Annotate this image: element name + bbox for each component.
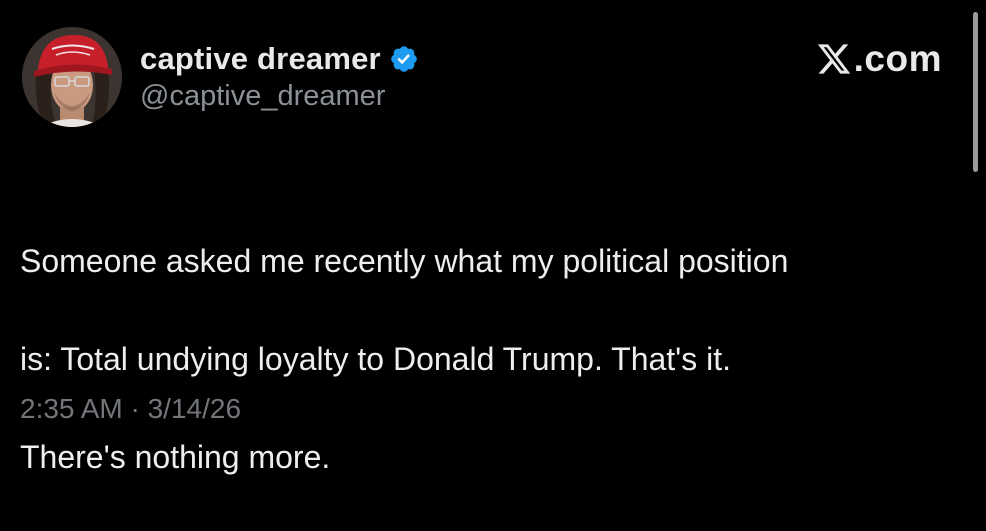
tweet-card: captive dreamer @captive_dreamer .com So… — [0, 0, 986, 475]
display-name[interactable]: captive dreamer — [140, 41, 381, 77]
site-domain-text: .com — [853, 38, 942, 79]
scrollbar-thumb[interactable] — [973, 12, 978, 172]
tweet-text-line: is: Total undying loyalty to Donald Trum… — [20, 341, 732, 377]
tweet-text-line: Someone asked me recently what my politi… — [20, 243, 789, 279]
verified-badge-icon — [389, 44, 419, 74]
tweet-body: Someone asked me recently what my politi… — [20, 188, 960, 531]
x-logo-icon — [815, 41, 853, 77]
tweet-text-line: There's nothing more. — [20, 439, 331, 475]
avatar-photo — [22, 27, 122, 127]
profile-avatar[interactable] — [22, 27, 122, 127]
author-handle[interactable]: @captive_dreamer — [140, 80, 385, 113]
tweet-timestamp[interactable]: 2:35 AM · 3/14/26 — [20, 393, 241, 425]
site-label: .com — [815, 36, 942, 82]
author-name-row[interactable]: captive dreamer — [140, 39, 419, 79]
scrollbar[interactable] — [973, 0, 978, 457]
